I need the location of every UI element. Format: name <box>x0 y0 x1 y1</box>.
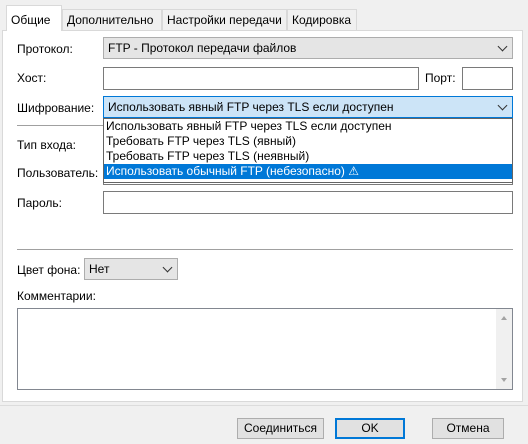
protocol-label: Протокол: <box>17 42 73 56</box>
comments-textarea[interactable] <box>17 308 513 390</box>
bg-color-value: Нет <box>89 262 110 276</box>
protocol-value: FTP - Протокол передачи файлов <box>108 41 297 55</box>
port-input[interactable] <box>462 67 513 90</box>
section-divider <box>17 125 103 126</box>
general-form: Протокол: FTP - Протокол передачи файлов… <box>0 0 528 444</box>
section-divider <box>17 249 513 250</box>
login-type-label: Тип входа: <box>17 138 76 152</box>
chevron-down-icon <box>497 100 508 111</box>
user-label: Пользователь: <box>17 166 99 180</box>
vertical-scrollbar[interactable] <box>496 309 512 389</box>
chevron-down-icon <box>497 41 508 52</box>
host-label: Хост: <box>17 71 47 85</box>
scroll-up-icon[interactable] <box>501 316 507 320</box>
password-label: Пароль: <box>17 196 62 210</box>
comments-label: Комментарии: <box>17 289 96 303</box>
bg-color-label: Цвет фона: <box>17 263 81 277</box>
encryption-option-selected[interactable]: Использовать обычный FTP (небезопасно) ⚠ <box>104 164 512 179</box>
encryption-option[interactable]: Использовать явный FTP через TLS если до… <box>104 119 512 134</box>
encryption-select[interactable]: Использовать явный FTP через TLS если до… <box>103 96 513 118</box>
port-label: Порт: <box>425 71 456 85</box>
bg-color-select[interactable]: Нет <box>84 258 178 280</box>
scroll-down-icon[interactable] <box>501 378 507 382</box>
encryption-dropdown-list: Использовать явный FTP через TLS если до… <box>103 118 513 183</box>
encryption-option[interactable]: Требовать FTP через TLS (неявный) <box>104 149 512 164</box>
encryption-label: Шифрование: <box>17 101 95 115</box>
protocol-select[interactable]: FTP - Протокол передачи файлов <box>103 37 513 59</box>
chevron-down-icon <box>162 262 173 273</box>
host-input[interactable] <box>103 67 419 90</box>
encryption-value: Использовать явный FTP через TLS если до… <box>108 100 394 114</box>
encryption-option[interactable]: Требовать FTP через TLS (явный) <box>104 134 512 149</box>
password-input[interactable] <box>103 191 513 214</box>
